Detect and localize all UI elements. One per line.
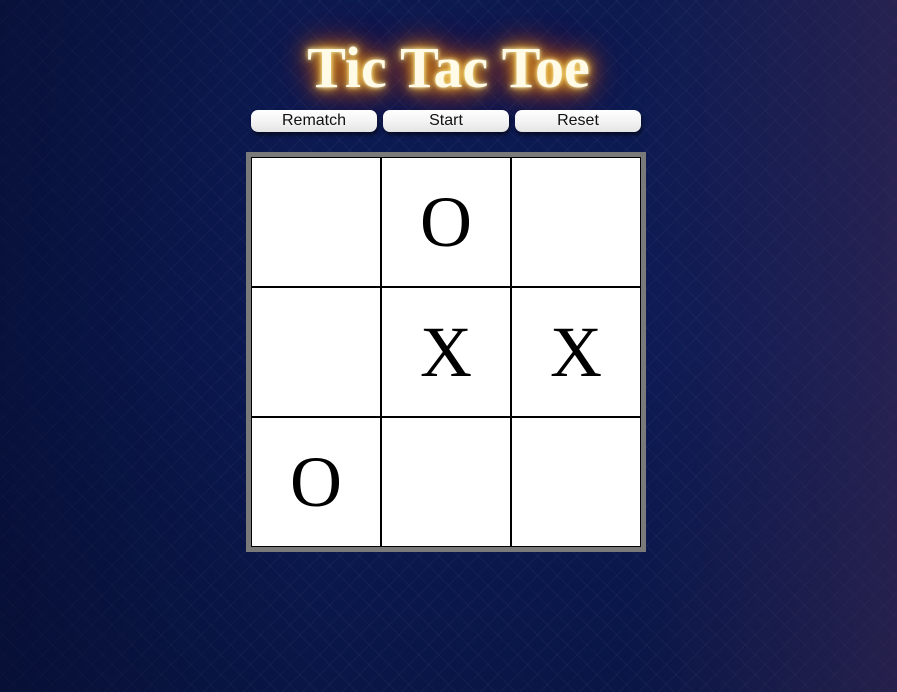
reset-button[interactable]: Reset	[515, 110, 641, 132]
board-cell-8[interactable]	[381, 417, 511, 547]
board-cell-7[interactable]: O	[251, 417, 381, 547]
game-board: O X X O	[246, 152, 646, 552]
board-cell-4[interactable]	[251, 287, 381, 417]
rematch-button[interactable]: Rematch	[251, 110, 377, 132]
start-button[interactable]: Start	[383, 110, 509, 132]
board-cell-2[interactable]: O	[381, 157, 511, 287]
board-cell-3[interactable]	[511, 157, 641, 287]
game-title: Tic Tac Toe	[307, 35, 590, 100]
board-cell-9[interactable]	[511, 417, 641, 547]
control-bar: Rematch Start Reset	[251, 110, 643, 133]
board-cell-1[interactable]	[251, 157, 381, 287]
board-cell-5[interactable]: X	[381, 287, 511, 417]
board-cell-6[interactable]: X	[511, 287, 641, 417]
